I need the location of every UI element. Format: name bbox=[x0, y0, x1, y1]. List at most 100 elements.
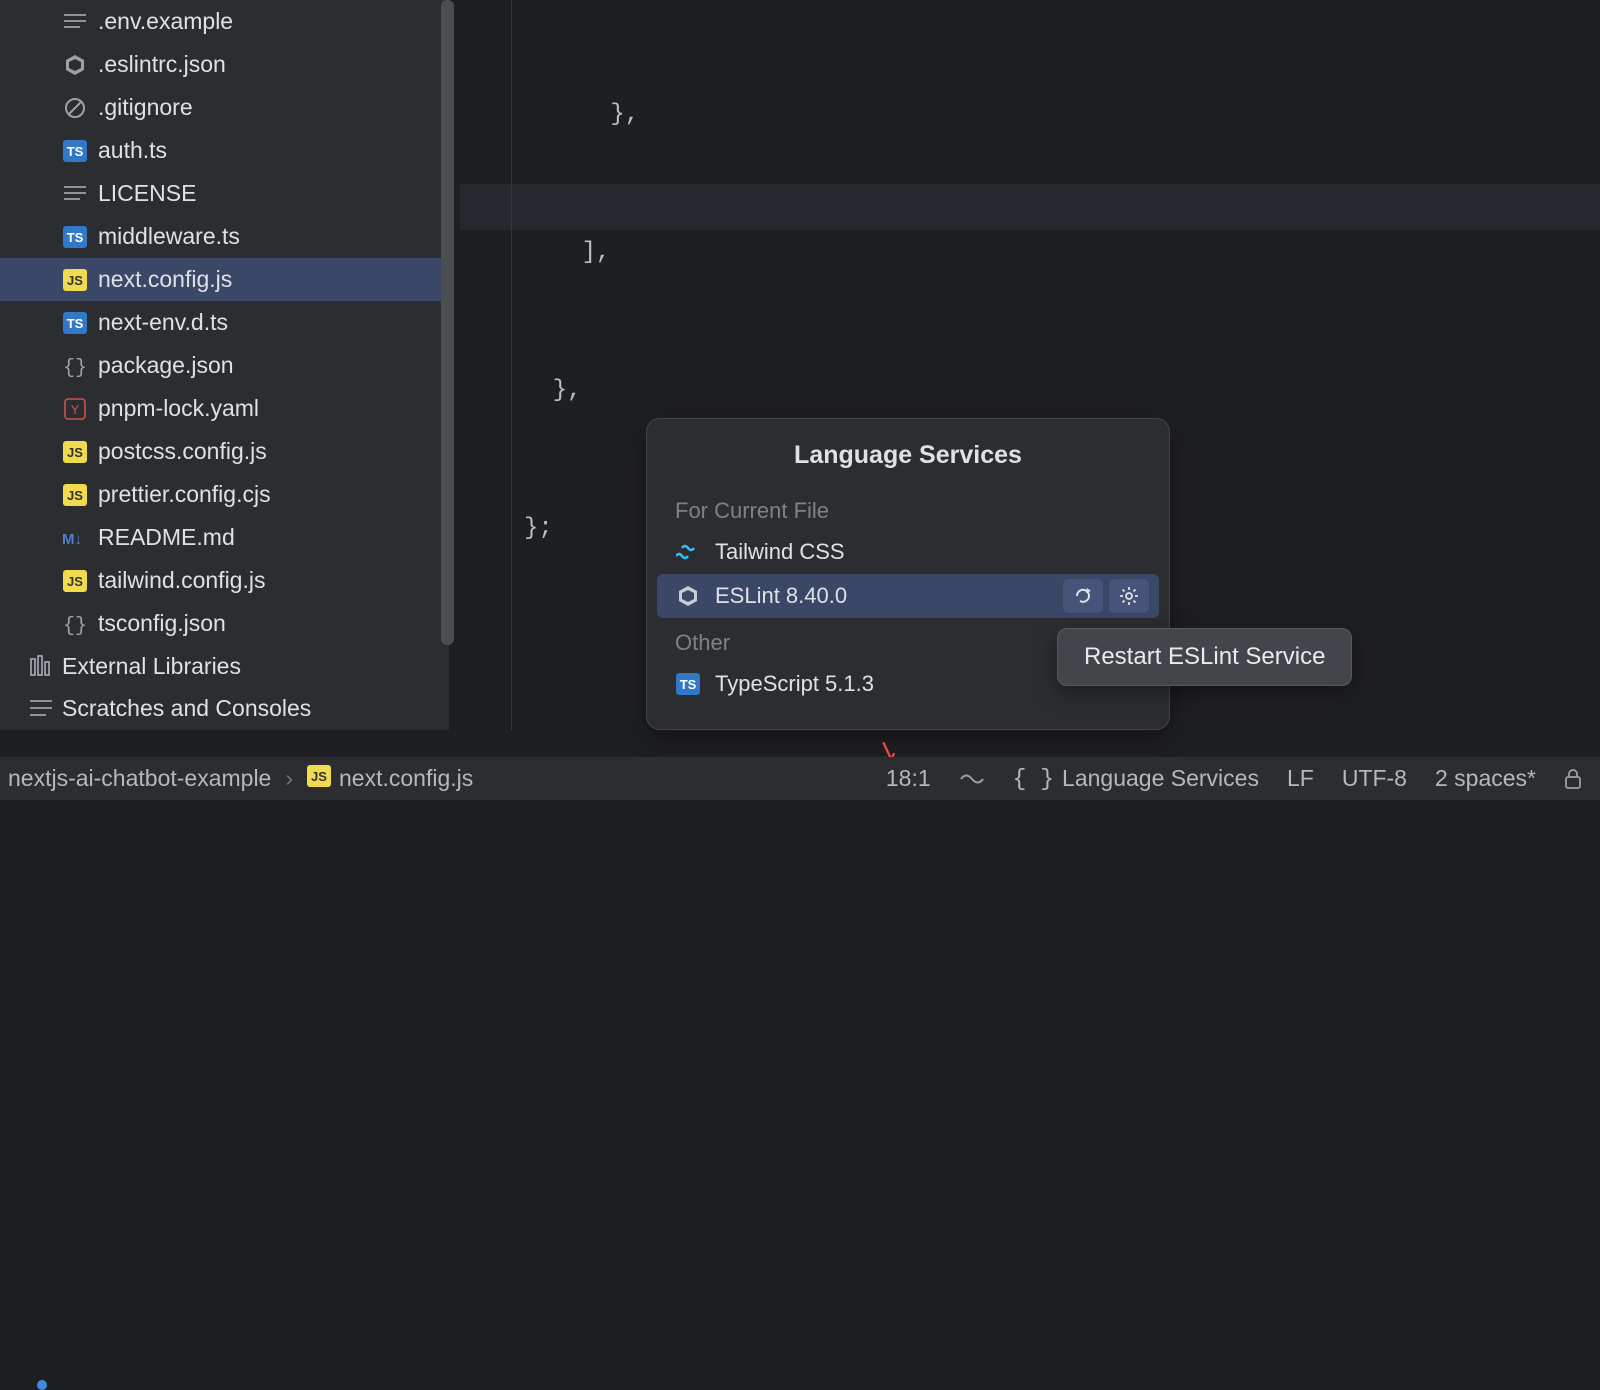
ts-icon: TS bbox=[62, 310, 88, 336]
file-label: auth.ts bbox=[98, 137, 167, 164]
ts-icon: TS bbox=[62, 138, 88, 164]
svg-text:M↓: M↓ bbox=[62, 531, 82, 548]
svg-text:TS: TS bbox=[67, 144, 84, 159]
lock-icon[interactable] bbox=[1564, 769, 1582, 789]
external-libraries[interactable]: External Libraries bbox=[0, 645, 449, 687]
code-line: ], bbox=[524, 230, 1600, 276]
svg-text:TS: TS bbox=[680, 677, 697, 692]
svg-text:JS: JS bbox=[67, 574, 83, 589]
popup-title: Language Services bbox=[647, 419, 1169, 486]
service-label: Tailwind CSS bbox=[715, 539, 845, 565]
breadcrumb-root: nextjs-ai-chatbot-example bbox=[8, 765, 271, 792]
file-eslintrc[interactable]: .eslintrc.json bbox=[0, 43, 449, 86]
breadcrumb[interactable]: nextjs-ai-chatbot-example › JS next.conf… bbox=[8, 765, 473, 793]
file-tailwind-config[interactable]: JS tailwind.config.js bbox=[0, 559, 449, 602]
file-tsconfig[interactable]: {} tsconfig.json bbox=[0, 602, 449, 645]
language-services-widget[interactable]: { } Language Services bbox=[1013, 765, 1259, 792]
indent[interactable]: 2 spaces* bbox=[1435, 765, 1536, 792]
file-label: prettier.config.cjs bbox=[98, 481, 271, 508]
project-tree: .env.example .eslintrc.json .gitignore T… bbox=[0, 0, 449, 730]
file-prettier-config[interactable]: JS prettier.config.cjs bbox=[0, 473, 449, 516]
encoding[interactable]: UTF-8 bbox=[1342, 765, 1407, 792]
svg-text:TS: TS bbox=[67, 316, 84, 331]
file-next-config-js[interactable]: JS next.config.js bbox=[0, 258, 449, 301]
file-tree: .env.example .eslintrc.json .gitignore T… bbox=[0, 0, 449, 729]
file-license[interactable]: LICENSE bbox=[0, 172, 449, 215]
js-icon: JS bbox=[307, 765, 331, 793]
file-label: next-env.d.ts bbox=[98, 309, 228, 336]
svg-text:{}: {} bbox=[64, 615, 86, 635]
tailwind-icon bbox=[675, 539, 701, 565]
file-label: middleware.ts bbox=[98, 223, 240, 250]
file-label: .eslintrc.json bbox=[98, 51, 226, 78]
js-icon: JS bbox=[62, 267, 88, 293]
root-label: Scratches and Consoles bbox=[62, 695, 311, 722]
file-label: LICENSE bbox=[98, 180, 196, 207]
text-file-icon bbox=[62, 181, 88, 207]
ignore-icon bbox=[62, 95, 88, 121]
file-label: README.md bbox=[98, 524, 235, 551]
code-line: }, bbox=[524, 368, 1600, 414]
file-package-json[interactable]: {} package.json bbox=[0, 344, 449, 387]
tooltip-restart-eslint: Restart ESLint Service bbox=[1057, 628, 1352, 686]
popup-section-current: For Current File bbox=[647, 486, 1169, 530]
service-settings-button[interactable] bbox=[1109, 579, 1149, 613]
file-readme[interactable]: M↓ README.md bbox=[0, 516, 449, 559]
file-label: postcss.config.js bbox=[98, 438, 267, 465]
braces-icon: { } bbox=[1013, 766, 1054, 792]
breadcrumb-file: next.config.js bbox=[339, 765, 473, 792]
service-tailwind[interactable]: Tailwind CSS bbox=[647, 530, 1169, 574]
js-icon: JS bbox=[62, 439, 88, 465]
library-icon bbox=[28, 653, 54, 679]
yaml-icon: Y bbox=[62, 396, 88, 422]
svg-text:JS: JS bbox=[67, 488, 83, 503]
text-file-icon bbox=[62, 9, 88, 35]
file-next-env-dts[interactable]: TS next-env.d.ts bbox=[0, 301, 449, 344]
badge-dot bbox=[37, 1380, 47, 1390]
eslint-icon bbox=[675, 583, 701, 609]
line-ending[interactable]: LF bbox=[1287, 765, 1314, 792]
svg-text:JS: JS bbox=[67, 445, 83, 460]
file-auth-ts[interactable]: TS auth.ts bbox=[0, 129, 449, 172]
file-label: .gitignore bbox=[98, 94, 193, 121]
file-pnpm-lock[interactable]: Ypnpm-lock.yaml bbox=[0, 387, 449, 430]
scratches-consoles[interactable]: Scratches and Consoles bbox=[0, 687, 449, 729]
file-label: next.config.js bbox=[98, 266, 232, 293]
json-icon: {} bbox=[62, 353, 88, 379]
file-label: tailwind.config.js bbox=[98, 567, 265, 594]
eslint-icon bbox=[62, 52, 88, 78]
file-label: .env.example bbox=[98, 8, 233, 35]
restart-service-button[interactable] bbox=[1063, 579, 1103, 613]
language-services-label: Language Services bbox=[1062, 765, 1259, 792]
root-label: External Libraries bbox=[62, 653, 241, 680]
service-eslint[interactable]: ESLint 8.40.0 bbox=[657, 574, 1159, 618]
cursor-position[interactable]: 18:1 bbox=[886, 765, 931, 792]
sidebar-scrollbar[interactable] bbox=[441, 0, 454, 645]
svg-text:{}: {} bbox=[64, 357, 86, 377]
markdown-icon: M↓ bbox=[62, 525, 88, 551]
svg-text:JS: JS bbox=[311, 769, 327, 784]
service-label: ESLint 8.40.0 bbox=[715, 583, 847, 609]
js-icon: JS bbox=[62, 568, 88, 594]
json-icon: {} bbox=[62, 611, 88, 637]
file-label: package.json bbox=[98, 352, 234, 379]
svg-text:Y: Y bbox=[71, 402, 80, 417]
ts-icon: TS bbox=[675, 671, 701, 697]
js-icon: JS bbox=[62, 482, 88, 508]
svg-text:TS: TS bbox=[67, 230, 84, 245]
scratch-icon bbox=[28, 695, 54, 721]
file-postcss-config[interactable]: JS postcss.config.js bbox=[0, 430, 449, 473]
file-label: pnpm-lock.yaml bbox=[98, 395, 259, 422]
code-line: }, bbox=[524, 92, 1600, 138]
ts-icon: TS bbox=[62, 224, 88, 250]
service-label: TypeScript 5.1.3 bbox=[715, 671, 874, 697]
status-bar: nextjs-ai-chatbot-example › JS next.conf… bbox=[0, 757, 1600, 800]
file-middleware-ts[interactable]: TS middleware.ts bbox=[0, 215, 449, 258]
tailwind-status-icon[interactable] bbox=[959, 768, 985, 790]
file-label: tsconfig.json bbox=[98, 610, 226, 637]
svg-text:JS: JS bbox=[67, 273, 83, 288]
file-env-example[interactable]: .env.example bbox=[0, 0, 449, 43]
file-gitignore[interactable]: .gitignore bbox=[0, 86, 449, 129]
editor-gutter bbox=[460, 0, 512, 730]
chevron-right-icon: › bbox=[285, 765, 293, 792]
